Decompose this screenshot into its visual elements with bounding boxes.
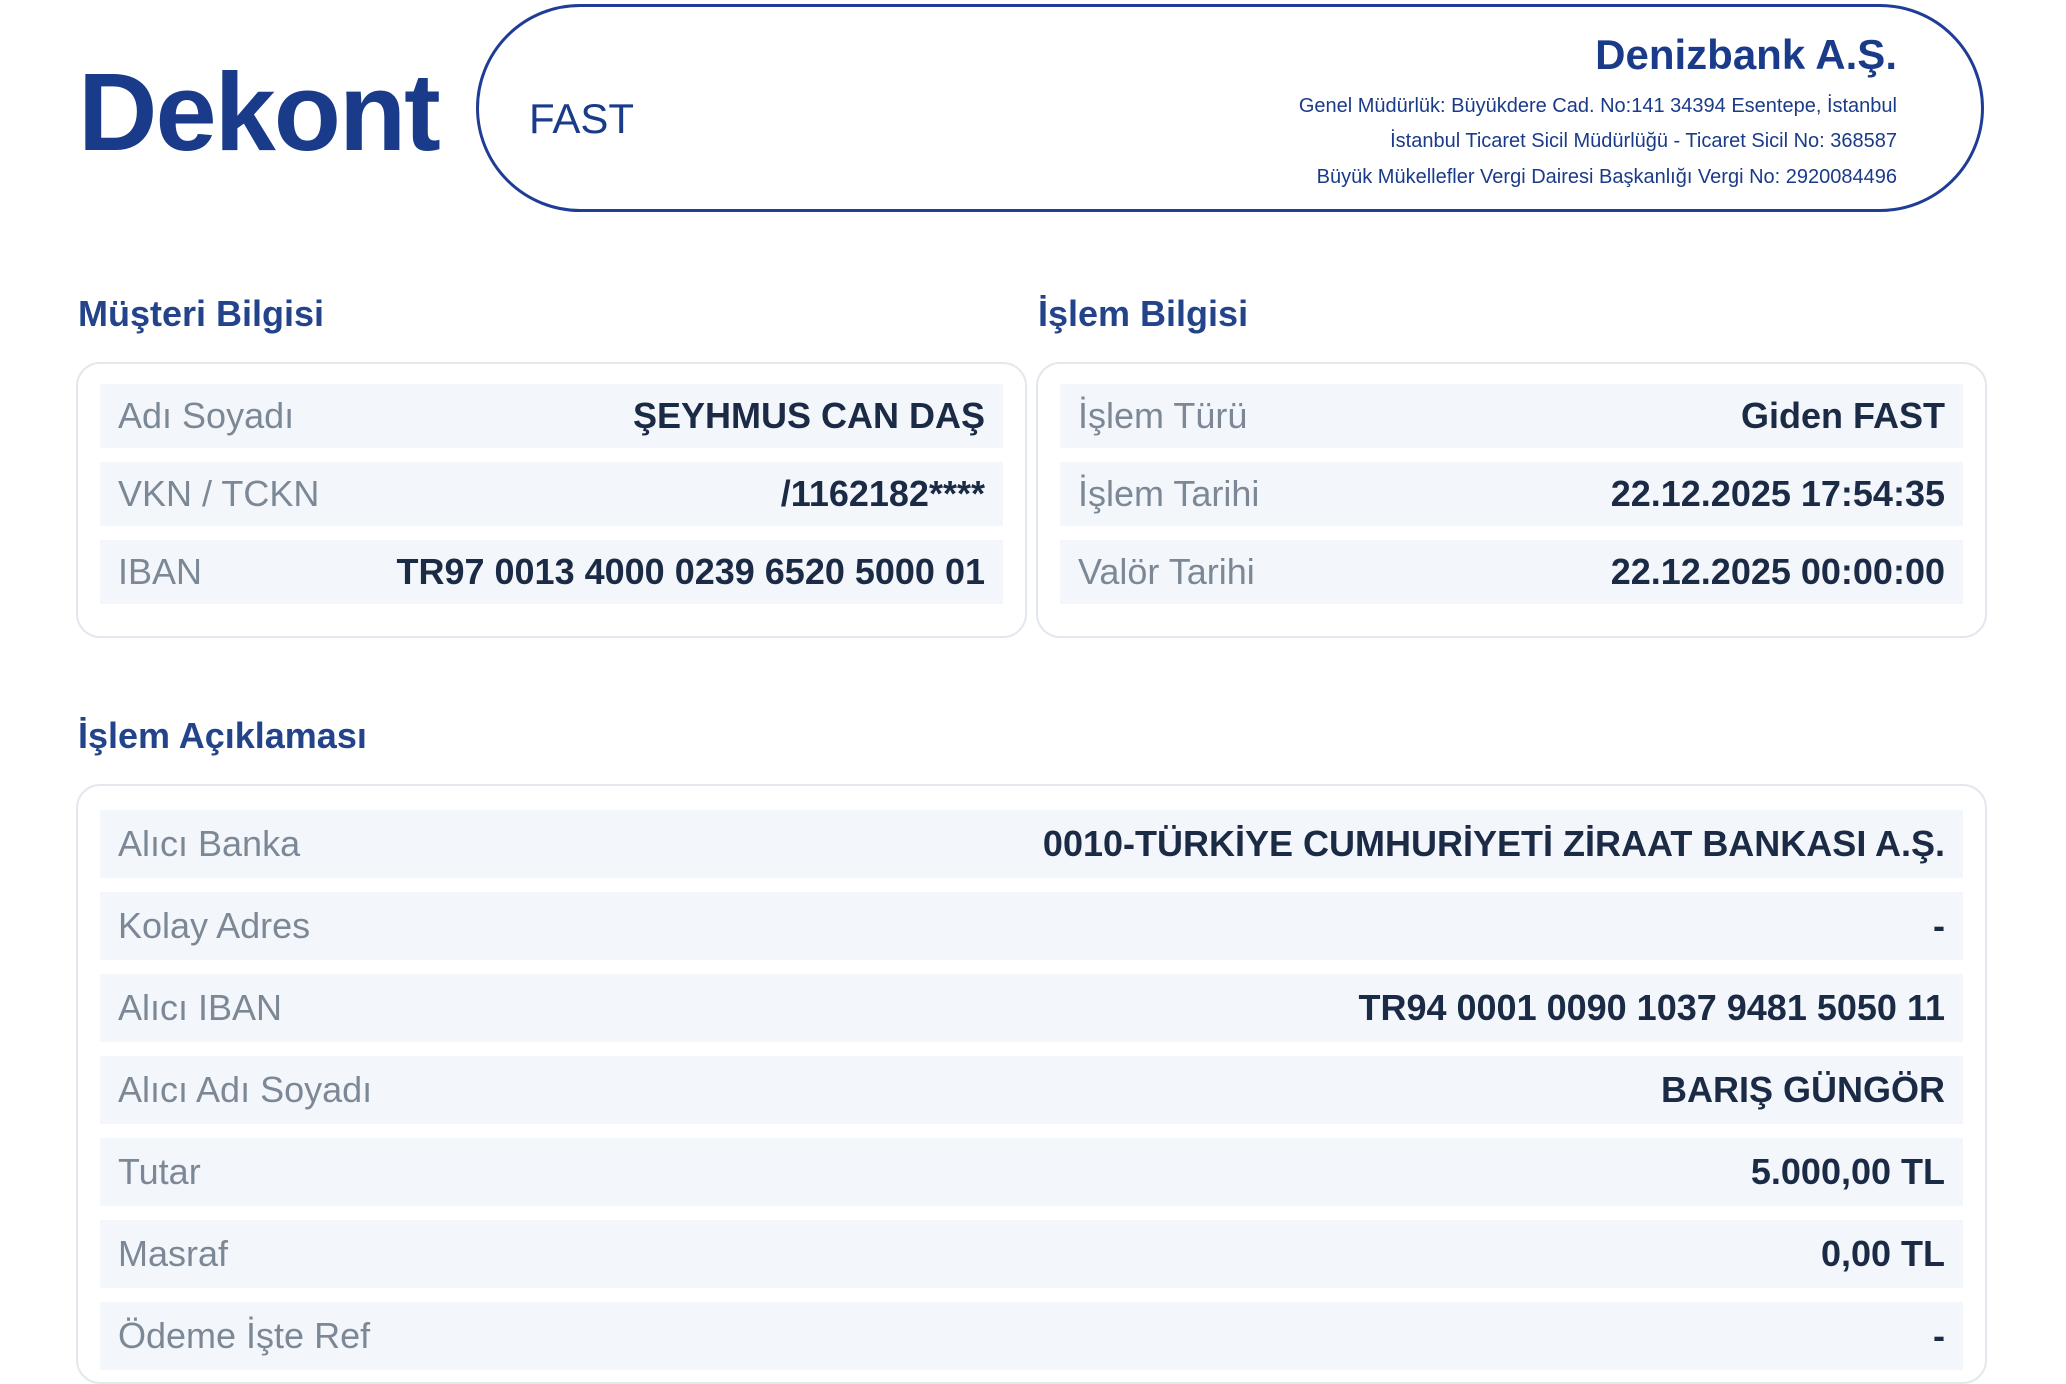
row-value: /1162182**** [780, 473, 985, 514]
customer-row-name: Adı Soyadı ŞEYHMUS CAN DAŞ [100, 384, 1003, 448]
row-label: Tutar [118, 1151, 201, 1192]
bank-info-box: FAST Denizbank A.Ş. Genel Müdürlük: Büyü… [476, 4, 1984, 212]
transaction-row-type: İşlem Türü Giden FAST [1060, 384, 1963, 448]
customer-info-card: Adı Soyadı ŞEYHMUS CAN DAŞ VKN / TCKN /1… [76, 362, 1027, 638]
row-value: 22.12.2025 17:54:35 [1610, 473, 1945, 514]
row-label: Kolay Adres [118, 905, 311, 946]
row-value: Giden FAST [1740, 395, 1945, 436]
description-row-easy-address: Kolay Adres - [100, 892, 1963, 960]
page-title: Dekont [78, 51, 441, 174]
row-value: BARIŞ GÜNGÖR [1660, 1069, 1945, 1110]
bank-name: Denizbank A.Ş. [1595, 31, 1897, 78]
row-label: İşlem Tarihi [1078, 473, 1260, 514]
row-label: Adı Soyadı [118, 395, 295, 436]
row-value: 5.000,00 TL [1750, 1151, 1945, 1192]
row-value: ŞEYHMUS CAN DAŞ [632, 395, 985, 436]
transaction-type-label: FAST [529, 95, 635, 142]
row-label: IBAN [118, 551, 203, 592]
row-label: Masraf [118, 1233, 229, 1274]
row-value: 22.12.2025 00:00:00 [1610, 551, 1945, 592]
description-row-receiver-name: Alıcı Adı Soyadı BARIŞ GÜNGÖR [100, 1056, 1963, 1124]
transaction-section-title: İşlem Bilgisi [1038, 293, 1249, 334]
row-label: Alıcı Adı Soyadı [118, 1069, 373, 1110]
row-label: Valör Tarihi [1078, 551, 1255, 592]
row-label: İşlem Türü [1078, 395, 1248, 436]
bank-tax-info: Büyük Mükellefler Vergi Dairesi Başkanlı… [1316, 166, 1897, 188]
row-value: TR94 0001 0090 1037 9481 5050 11 [1358, 987, 1945, 1028]
transaction-info-card: İşlem Türü Giden FAST İşlem Tarihi 22.12… [1036, 362, 1987, 638]
transaction-row-value-date: Valör Tarihi 22.12.2025 00:00:00 [1060, 540, 1963, 604]
description-row-receiver-bank: Alıcı Banka 0010-TÜRKİYE CUMHURİYETİ ZİR… [100, 810, 1963, 878]
row-label: Alıcı IBAN [118, 987, 283, 1028]
description-section-title: İşlem Açıklaması [78, 715, 367, 756]
row-label: Alıcı Banka [118, 823, 301, 864]
description-row-receiver-iban: Alıcı IBAN TR94 0001 0090 1037 9481 5050… [100, 974, 1963, 1042]
description-card: Alıcı Banka 0010-TÜRKİYE CUMHURİYETİ ZİR… [76, 784, 1987, 1384]
row-value: 0010-TÜRKİYE CUMHURİYETİ ZİRAAT BANKASI … [1042, 823, 1945, 864]
row-value: - [1933, 905, 1945, 946]
transaction-row-date: İşlem Tarihi 22.12.2025 17:54:35 [1060, 462, 1963, 526]
bank-address: Genel Müdürlük: Büyükdere Cad. No:141 34… [1298, 95, 1897, 117]
row-value: 0,00 TL [1820, 1233, 1945, 1274]
customer-row-tckn: VKN / TCKN /1162182**** [100, 462, 1003, 526]
description-row-payment-ref: Ödeme İşte Ref - [100, 1302, 1963, 1370]
bank-registry: İstanbul Ticaret Sicil Müdürlüğü - Ticar… [1390, 130, 1897, 152]
customer-section-title: Müşteri Bilgisi [78, 293, 325, 334]
description-row-fee: Masraf 0,00 TL [100, 1220, 1963, 1288]
row-label: VKN / TCKN [118, 473, 320, 514]
description-row-amount: Tutar 5.000,00 TL [100, 1138, 1963, 1206]
customer-row-iban: IBAN TR97 0013 4000 0239 6520 5000 01 [100, 540, 1003, 604]
row-value: TR97 0013 4000 0239 6520 5000 01 [396, 551, 985, 592]
row-label: Ödeme İşte Ref [118, 1315, 371, 1356]
row-value: - [1933, 1315, 1945, 1356]
